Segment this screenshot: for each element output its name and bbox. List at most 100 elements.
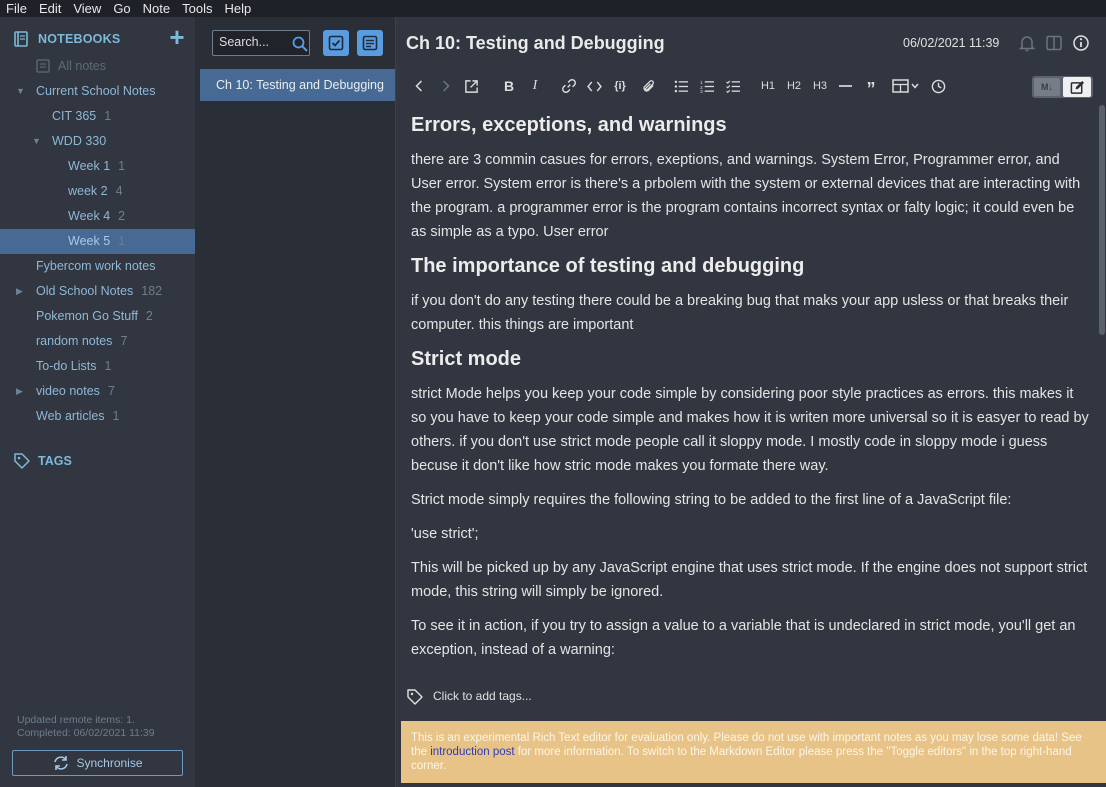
- sidebar-item-week-5[interactable]: Week 5 1: [0, 229, 195, 254]
- sidebar-item-label: CIT 365 1: [52, 109, 111, 123]
- sidebar-item-all-notes[interactable]: All notes: [0, 54, 195, 79]
- note-title[interactable]: Ch 10: Testing and Debugging: [406, 33, 665, 54]
- forward-icon[interactable]: [439, 77, 453, 95]
- sidebar-item-to-do-lists[interactable]: To-do Lists 1: [0, 354, 195, 379]
- sidebar-item-fybercom-work-notes[interactable]: Fybercom work notes: [0, 254, 195, 279]
- note-list-item[interactable]: Ch 10: Testing and Debugging: [200, 69, 395, 101]
- code-block-icon[interactable]: {i}: [611, 77, 629, 95]
- experimental-editor-banner: This is an experimental Rich Text editor…: [401, 721, 1106, 783]
- sidebar-item-count: 7: [107, 384, 115, 398]
- clock-icon[interactable]: [930, 77, 946, 95]
- note-list-item-title: Ch 10: Testing and Debugging: [216, 78, 384, 92]
- heading3-button[interactable]: H3: [811, 77, 829, 95]
- menu-note[interactable]: Note: [137, 0, 176, 17]
- svg-text:3: 3: [700, 89, 703, 93]
- sidebar-item-count: 1: [104, 109, 112, 123]
- sidebar-item-current-school-notes[interactable]: ▼ Current School Notes: [0, 79, 195, 104]
- attach-icon[interactable]: [640, 77, 656, 95]
- tags-header[interactable]: TAGS: [0, 449, 195, 473]
- notebooks-label: NOTEBOOKS: [38, 32, 121, 46]
- synchronise-button[interactable]: Synchronise: [12, 750, 183, 776]
- link-icon[interactable]: [560, 77, 578, 95]
- italic-icon[interactable]: I: [529, 77, 541, 95]
- menu-bar: File Edit View Go Note Tools Help: [0, 0, 1106, 17]
- note-icon: [362, 35, 378, 51]
- markdown-icon[interactable]: M↓: [1034, 78, 1060, 96]
- sidebar-item-count: 1: [112, 409, 120, 423]
- sidebar-item-week-2[interactable]: week 2 4: [0, 179, 195, 204]
- paragraph-strict-5: To see it in action, if you try to assig…: [411, 618, 1076, 658]
- sidebar-item-name: Week 1: [68, 159, 111, 173]
- sidebar-item-label: Week 4 2: [68, 209, 125, 223]
- chevron-down-icon[interactable]: ▼: [32, 136, 41, 146]
- info-icon[interactable]: [1072, 34, 1090, 52]
- paragraph-errors: there are 3 commin casues for errors, ex…: [411, 152, 1081, 240]
- editor-scrollbar[interactable]: [1099, 105, 1105, 335]
- sidebar-item-label: week 2 4: [68, 184, 123, 198]
- horizontal-rule-icon[interactable]: [838, 77, 852, 95]
- sidebar-item-week-1[interactable]: Week 1 1: [0, 154, 195, 179]
- heading2-button[interactable]: H2: [785, 77, 803, 95]
- plus-icon[interactable]: +: [166, 24, 188, 50]
- search-box[interactable]: [212, 30, 310, 56]
- add-tags-bar[interactable]: Click to add tags...: [406, 686, 532, 706]
- sidebar-item-count: 1: [118, 159, 126, 173]
- sync-status-line1: Updated remote items: 1.: [17, 714, 135, 726]
- sidebar-item-name: video notes: [36, 384, 100, 398]
- sidebar-item-random-notes[interactable]: random notes 7: [0, 329, 195, 354]
- blockquote-icon[interactable]: ”: [864, 77, 878, 99]
- sidebar-item-cit-365[interactable]: CIT 365 1: [0, 104, 195, 129]
- chevron-down-icon[interactable]: ▼: [16, 86, 25, 96]
- sidebar-item-video-notes[interactable]: ▶ video notes 7: [0, 379, 195, 404]
- menu-help[interactable]: Help: [218, 0, 257, 17]
- menu-view[interactable]: View: [67, 0, 107, 17]
- sidebar-item-week-4[interactable]: Week 4 2: [0, 204, 195, 229]
- checklist-icon[interactable]: [725, 77, 741, 95]
- sidebar-item-label: Week 5 1: [68, 234, 125, 248]
- bold-icon[interactable]: B: [502, 77, 516, 95]
- back-icon[interactable]: [412, 77, 426, 95]
- layout-icon[interactable]: [1045, 34, 1063, 52]
- menu-tools[interactable]: Tools: [176, 0, 218, 17]
- search-input[interactable]: [219, 35, 289, 49]
- chevron-right-icon[interactable]: ▶: [16, 286, 23, 297]
- table-icon[interactable]: [892, 77, 920, 95]
- sidebar-item-name: Old School Notes: [36, 284, 134, 298]
- all-notes-icon: [36, 59, 50, 73]
- paragraph-strict-4: This will be picked up by any JavaScript…: [411, 560, 1088, 600]
- new-todo-button[interactable]: [323, 30, 349, 56]
- heading-testing: The importance of testing and debugging: [411, 255, 805, 277]
- code-icon[interactable]: [586, 77, 602, 95]
- sidebar-item-name: To-do Lists: [36, 359, 97, 373]
- sidebar-item-count: 182: [141, 284, 163, 298]
- sidebar: NOTEBOOKS + All notes ▼ Current School Not…: [0, 17, 195, 787]
- note-content[interactable]: Errors, exceptions, and warnings there a…: [411, 105, 1091, 683]
- menu-edit[interactable]: Edit: [33, 0, 67, 17]
- chevron-right-icon[interactable]: ▶: [16, 386, 23, 397]
- menu-file[interactable]: File: [0, 0, 33, 17]
- sidebar-item-old-school-notes[interactable]: ▶ Old School Notes 182: [0, 279, 195, 304]
- sync-status: Updated remote items: 1. Completed: 06/0…: [17, 714, 155, 740]
- editor-toggle[interactable]: M↓: [1032, 76, 1093, 98]
- numbered-list-icon[interactable]: 123: [699, 77, 715, 95]
- search-icon[interactable]: [292, 36, 308, 52]
- rich-text-edit-icon[interactable]: [1063, 77, 1091, 97]
- heading1-button[interactable]: H1: [759, 77, 777, 95]
- introduction-post-link[interactable]: introduction post: [430, 746, 514, 758]
- external-edit-icon[interactable]: [463, 77, 479, 95]
- sidebar-item-count: 1: [104, 359, 112, 373]
- sidebar-item-count: 2: [145, 309, 153, 323]
- heading-errors: Errors, exceptions, and warnings: [411, 114, 727, 136]
- sidebar-item-wdd-330[interactable]: ▼ WDD 330: [0, 129, 195, 154]
- sidebar-item-label: Old School Notes 182: [36, 284, 162, 298]
- sidebar-item-web-articles[interactable]: Web articles 1: [0, 404, 195, 429]
- sidebar-item-count: 2: [118, 209, 126, 223]
- new-note-button[interactable]: [357, 30, 383, 56]
- add-tags-label: Click to add tags...: [433, 689, 532, 703]
- alarm-icon[interactable]: [1018, 34, 1036, 52]
- notebooks-header[interactable]: NOTEBOOKS +: [0, 24, 195, 51]
- bullet-list-icon[interactable]: [673, 77, 689, 95]
- sidebar-item-pokemon-go-stuff[interactable]: Pokemon Go Stuff 2: [0, 304, 195, 329]
- menu-go[interactable]: Go: [107, 0, 136, 17]
- note-date[interactable]: 06/02/2021 11:39: [903, 36, 999, 50]
